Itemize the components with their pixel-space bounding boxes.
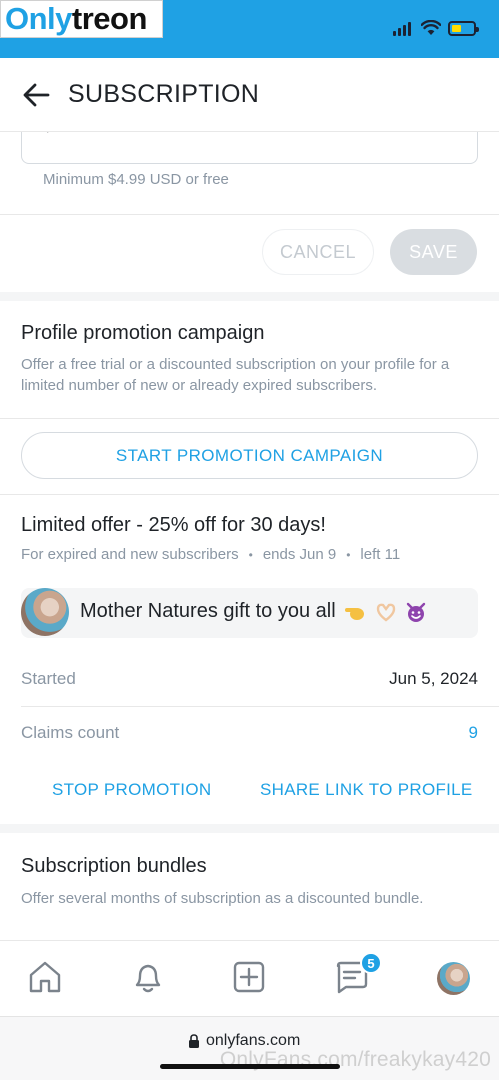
started-label: Started	[21, 669, 76, 688]
claims-count-link[interactable]: 9	[469, 723, 478, 743]
claims-label: Claims count	[21, 723, 120, 742]
offer-message-label: Mother Natures gift to you all	[80, 600, 336, 622]
battery-icon	[448, 21, 479, 36]
separator-dot: •	[248, 547, 253, 562]
page-header: SUBSCRIPTION	[0, 58, 499, 132]
bell-icon[interactable]	[129, 958, 167, 996]
add-post-icon[interactable]	[230, 958, 268, 996]
wifi-icon	[421, 20, 441, 35]
back-arrow-icon[interactable]	[22, 82, 50, 108]
page-title: SUBSCRIPTION	[68, 80, 260, 108]
promotion-title: Profile promotion campaign	[21, 322, 265, 344]
start-promotion-button[interactable]: START PROMOTION CAMPAIGN	[21, 432, 478, 479]
brand-logo-part2: treon	[71, 1, 148, 36]
cancel-button[interactable]: CANCEL	[262, 229, 374, 275]
avatar	[21, 588, 69, 636]
profile-avatar[interactable]	[437, 962, 470, 995]
divider	[21, 706, 499, 707]
lock-icon	[189, 1033, 199, 1048]
home-icon[interactable]	[26, 958, 64, 996]
bundles-title: Subscription bundles	[21, 855, 207, 877]
brand-logo-part1: Only	[5, 1, 72, 36]
offer-ends: ends Jun 9	[262, 546, 337, 563]
offer-message: Mother Natures gift to you all	[21, 588, 478, 638]
home-indicator[interactable]	[160, 1064, 340, 1069]
offer-title: Limited offer - 25% off for 30 days!	[21, 514, 326, 536]
promotion-description: Offer a free trial or a discounted subsc…	[21, 356, 450, 394]
pointing-hand-emoji-icon	[345, 607, 365, 620]
bottom-navigation: 5	[0, 940, 499, 1016]
started-value: Jun 5, 2024	[389, 669, 478, 688]
divider	[0, 418, 499, 419]
divider	[0, 494, 499, 495]
heart-hands-emoji-icon	[376, 603, 396, 622]
offer-message-text: Mother Natures gift to you all	[80, 600, 427, 623]
brand-logo: Only treon	[0, 0, 163, 38]
offer-meta: For expired and new subscribers • ends J…	[21, 546, 400, 563]
share-link-to-profile-button[interactable]: SHARE LINK TO PROFILE	[260, 780, 473, 800]
section-gap	[0, 824, 499, 833]
price-hint: Minimum $4.99 USD or free	[43, 171, 229, 188]
section-gap	[0, 292, 499, 301]
separator-dot: •	[346, 547, 351, 562]
offer-audience: For expired and new subscribers	[21, 546, 239, 563]
cellular-signal-icon	[393, 22, 413, 36]
bundles-description: Offer several months of subscription as …	[21, 890, 424, 907]
messages-badge: 5	[360, 952, 382, 974]
smiling-devil-emoji-icon	[407, 602, 426, 622]
stop-promotion-button[interactable]: STOP PROMOTION	[52, 780, 211, 800]
offer-left: left 11	[360, 546, 401, 563]
divider	[0, 214, 499, 215]
save-button[interactable]: SAVE	[390, 229, 477, 275]
status-bar: Only treon	[0, 0, 499, 58]
